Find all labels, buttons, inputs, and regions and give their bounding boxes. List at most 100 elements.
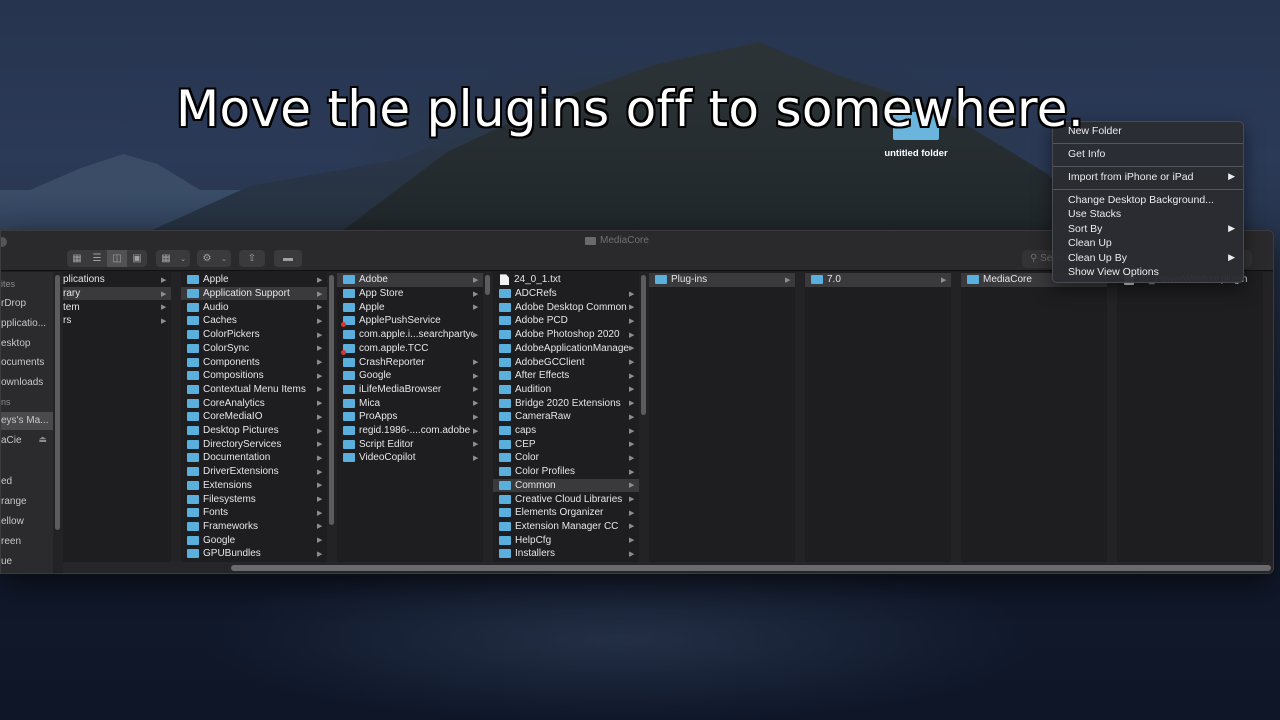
file-row[interactable]: After Effects ▶ <box>493 369 639 383</box>
file-row[interactable]: Color Profiles ▶ <box>493 465 639 479</box>
icon-view-icon[interactable]: ▦ <box>67 250 87 267</box>
file-row[interactable]: CameraRaw ▶ <box>493 410 639 424</box>
file-row[interactable]: Filesystems ▶ <box>181 492 327 506</box>
file-row[interactable]: Google ▶ <box>181 533 327 547</box>
file-row[interactable]: CEP ▶ <box>493 437 639 451</box>
menu-item[interactable]: Import from iPhone or iPad ▶ <box>1053 171 1243 185</box>
file-row[interactable]: 24_0_1.txt <box>493 273 639 287</box>
menu-item[interactable]: Change Desktop Background... <box>1053 194 1243 208</box>
file-row[interactable]: Common ▶ <box>493 478 639 493</box>
file-row[interactable]: Bridge 2020 Extensions ▶ <box>493 396 639 410</box>
file-row[interactable]: Extensions ▶ <box>181 479 327 493</box>
file-row[interactable]: Documentation ▶ <box>181 451 327 465</box>
sidebar-item[interactable]: rDrop <box>1 295 53 313</box>
file-row[interactable]: caps ▶ <box>493 424 639 438</box>
file-row[interactable]: Adobe Photoshop 2020 ▶ <box>493 328 639 342</box>
file-row[interactable]: Plug-ins ▶ <box>649 273 795 287</box>
file-row[interactable]: VideoCopilot ▶ <box>337 451 483 465</box>
file-row[interactable]: ApplePushService <box>337 314 483 328</box>
group-by-button[interactable]: ▦ ⌄ <box>156 250 190 267</box>
file-row[interactable]: rary ▶ <box>63 286 171 301</box>
file-row[interactable]: DriverExtensions ▶ <box>181 465 327 479</box>
file-row[interactable]: HelpCfg ▶ <box>493 533 639 547</box>
sidebar-item[interactable]: ocuments <box>1 354 53 372</box>
sidebar-item[interactable]: aCie ⏏ <box>1 432 53 450</box>
menu-item[interactable]: Sort By ▶ <box>1053 223 1243 237</box>
menu-item[interactable]: Clean Up By ▶ <box>1053 252 1243 266</box>
window-close-button[interactable] <box>1 237 7 247</box>
file-row[interactable]: CoreAnalytics ▶ <box>181 396 327 410</box>
file-row[interactable]: Creative Cloud Libraries ▶ <box>493 492 639 506</box>
share-button[interactable]: ⇧ <box>239 250 265 267</box>
column-resize-handle[interactable] <box>951 272 961 562</box>
file-row[interactable]: iLifeMediaBrowser ▶ <box>337 383 483 397</box>
file-row[interactable]: ColorSync ▶ <box>181 342 327 356</box>
column-resize-handle[interactable] <box>171 272 181 562</box>
menu-item[interactable]: Use Stacks <box>1053 208 1243 222</box>
column-resize-handle[interactable] <box>1263 272 1273 562</box>
file-row[interactable]: AdobeGCClient ▶ <box>493 355 639 369</box>
action-button[interactable]: ⚙ ⌄ <box>197 250 231 267</box>
file-row[interactable]: Desktop Pictures ▶ <box>181 424 327 438</box>
scrollbar-thumb[interactable] <box>231 565 1271 571</box>
horizontal-scrollbar[interactable] <box>63 562 1273 573</box>
scrollbar-thumb[interactable] <box>329 275 334 525</box>
file-row[interactable]: com.apple.TCC <box>337 342 483 356</box>
file-row[interactable]: Installers ▶ <box>493 547 639 561</box>
gallery-view-icon[interactable]: ▣ <box>127 250 147 267</box>
file-row[interactable]: Google ▶ <box>337 369 483 383</box>
file-row[interactable]: App Store ▶ <box>337 287 483 301</box>
file-row[interactable]: CrashReporter ▶ <box>337 355 483 369</box>
file-row[interactable]: Contextual Menu Items ▶ <box>181 383 327 397</box>
file-row[interactable]: Audio ▶ <box>181 300 327 314</box>
sidebar-item[interactable]: esktop <box>1 335 53 353</box>
list-view-icon[interactable]: ☰ <box>87 250 107 267</box>
file-row[interactable]: Frameworks ▶ <box>181 520 327 534</box>
menu-item[interactable]: Get Info <box>1053 148 1243 162</box>
file-row[interactable]: Adobe ▶ <box>337 273 483 287</box>
sidebar-item[interactable]: reen <box>1 533 53 551</box>
file-row[interactable]: Adobe PCD ▶ <box>493 314 639 328</box>
file-row[interactable]: Application Support ▶ <box>181 286 327 301</box>
column-view-icon[interactable]: ◫ <box>107 250 127 267</box>
file-row[interactable]: Components ▶ <box>181 355 327 369</box>
file-row[interactable]: Script Editor ▶ <box>337 437 483 451</box>
file-row[interactable]: Apple ▶ <box>337 300 483 314</box>
sidebar-item[interactable]: eys's Ma... <box>1 412 53 430</box>
file-row[interactable]: com.apple.i...searchpartyd ▶ <box>337 328 483 342</box>
column-resize-handle[interactable] <box>639 272 649 562</box>
file-row[interactable]: Fonts ▶ <box>181 506 327 520</box>
file-row[interactable]: AdobeApplicationManager ▶ <box>493 342 639 356</box>
file-row[interactable]: Compositions ▶ <box>181 369 327 383</box>
menu-item[interactable]: Clean Up <box>1053 237 1243 251</box>
file-row[interactable]: CoreMediaIO ▶ <box>181 410 327 424</box>
file-row[interactable]: Apple ▶ <box>181 273 327 287</box>
file-row[interactable]: ColorPickers ▶ <box>181 328 327 342</box>
file-row[interactable]: regid.1986-....com.adobe ▶ <box>337 424 483 438</box>
eject-icon[interactable]: ⏏ <box>38 434 47 445</box>
menu-item[interactable]: Show View Options <box>1053 266 1243 280</box>
file-row[interactable]: Audition ▶ <box>493 383 639 397</box>
sidebar-item[interactable]: ed <box>1 473 53 491</box>
scrollbar-thumb[interactable] <box>55 275 60 530</box>
file-row[interactable]: 7.0 ▶ <box>805 273 951 287</box>
column-resize-handle[interactable] <box>327 272 337 562</box>
column-resize-handle[interactable] <box>1107 272 1117 562</box>
file-row[interactable]: GPUBundles ▶ <box>181 547 327 561</box>
column-resize-handle[interactable] <box>483 272 493 562</box>
file-row[interactable]: Caches ▶ <box>181 314 327 328</box>
scrollbar-thumb[interactable] <box>641 275 646 415</box>
file-row[interactable]: Elements Organizer ▶ <box>493 506 639 520</box>
file-row[interactable]: Extension Manager CC ▶ <box>493 520 639 534</box>
file-row[interactable]: Mica ▶ <box>337 396 483 410</box>
file-row[interactable]: Adobe Desktop Common ▶ <box>493 300 639 314</box>
sidebar-item[interactable]: ellow <box>1 513 53 531</box>
sidebar-item[interactable]: range <box>1 493 53 511</box>
file-row[interactable]: plications ▶ <box>63 273 171 287</box>
file-row[interactable]: Color ▶ <box>493 451 639 465</box>
file-row[interactable]: tem ▶ <box>63 300 171 314</box>
file-row[interactable]: rs ▶ <box>63 314 171 328</box>
sidebar-item[interactable]: ownloads <box>1 374 53 392</box>
sidebar-item[interactable]: pplicatio... <box>1 315 53 333</box>
sidebar-item[interactable]: ue <box>1 553 53 571</box>
